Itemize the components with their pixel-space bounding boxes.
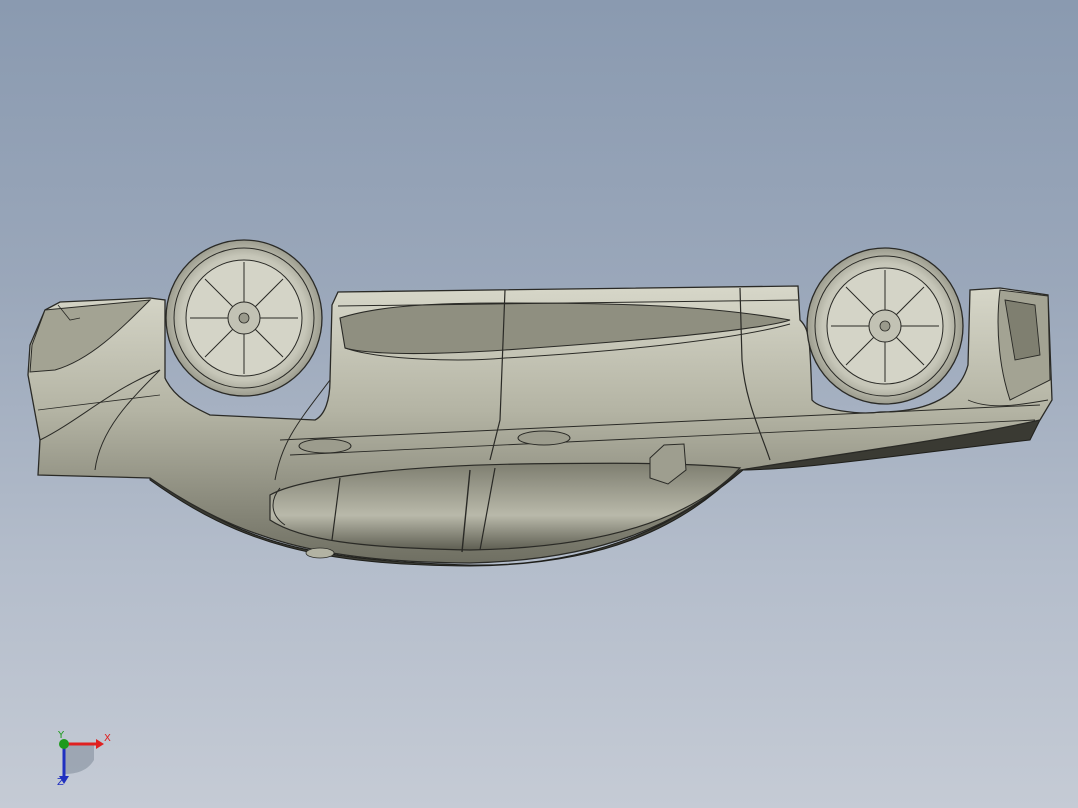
- rear-wheel: [806, 247, 964, 405]
- car-model[interactable]: [0, 0, 1078, 808]
- x-axis-label: X: [104, 733, 111, 744]
- front-wheel: [165, 239, 323, 397]
- door-handle-rear: [517, 430, 571, 446]
- graphics-viewport[interactable]: X Y Z: [0, 0, 1078, 808]
- antenna-base: [305, 547, 335, 559]
- z-axis-label: Z: [57, 777, 64, 788]
- door-handle-front: [298, 438, 352, 454]
- y-axis-label: Y: [58, 730, 65, 741]
